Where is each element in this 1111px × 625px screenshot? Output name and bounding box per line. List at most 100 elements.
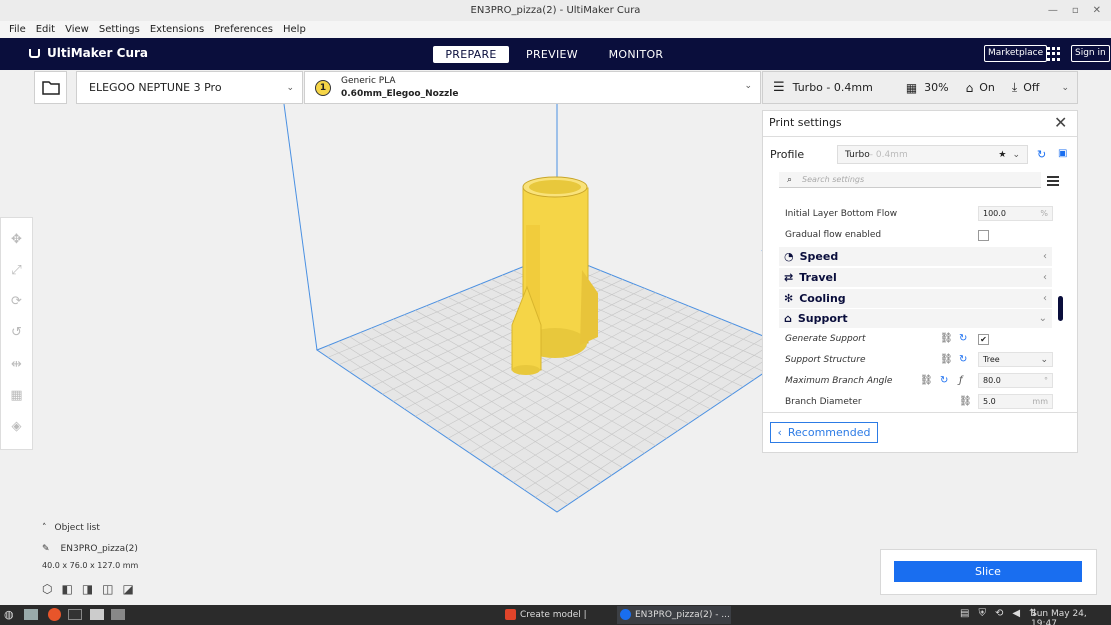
print-settings-summary[interactable]: ☰ Turbo - 0.4mm ▦ 30% ⌂ On ⤓ Off ⌄ xyxy=(762,71,1078,104)
profile-dropdown[interactable]: Turbo - 0.4mm ★ ⌄ xyxy=(837,145,1028,164)
menu-edit[interactable]: Edit xyxy=(31,24,60,35)
firefox-icon[interactable] xyxy=(48,608,61,621)
profile-summary: Turbo - 0.4mm xyxy=(792,81,873,94)
panel-title: Print settings xyxy=(769,116,842,129)
sliders-icon: ☰ xyxy=(773,80,785,95)
category-speed[interactable]: ◔ Speed ‹ xyxy=(779,247,1052,266)
start-menu-icon[interactable]: ◍ xyxy=(4,608,14,621)
settings-search-input[interactable]: ⌕ Search settings xyxy=(779,172,1041,188)
per-model-settings-icon[interactable]: ⇹ xyxy=(9,357,25,373)
move-tool-icon[interactable]: ✥ xyxy=(9,232,25,248)
function-icon[interactable]: ƒ xyxy=(959,375,963,386)
menu-view[interactable]: View xyxy=(60,24,94,35)
link-icon: ⛓ xyxy=(940,333,953,344)
view-front-icon[interactable]: ◧ xyxy=(61,582,72,596)
sync-icon[interactable]: ⟲ xyxy=(995,608,1003,619)
search-icon: ⌕ xyxy=(787,174,793,185)
maximize-icon[interactable]: ▫ xyxy=(1072,5,1079,16)
printer-selector[interactable]: ELEGOO NEPTUNE 3 Pro ⌄ xyxy=(76,71,303,104)
adhesion-value: Off xyxy=(1023,81,1040,94)
link-icon: ⛓ xyxy=(959,396,972,407)
close-window-icon[interactable]: ✕ xyxy=(1093,5,1101,16)
app-name: UltiMaker Cura xyxy=(47,46,149,60)
material-name: Generic PLA xyxy=(341,76,396,86)
chevron-down-icon: ⌄ xyxy=(1061,82,1069,93)
category-label: Cooling xyxy=(799,292,846,305)
branch-diameter-field[interactable]: 5.0 mm xyxy=(978,394,1053,409)
max-branch-angle-field[interactable]: 80.0 ° xyxy=(978,373,1053,388)
taskbar-task-browser[interactable]: Create model | Print... xyxy=(502,606,615,624)
view-top-icon[interactable]: ◨ xyxy=(82,582,93,596)
taskbar-task-cura[interactable]: EN3PRO_pizza(2) - ... xyxy=(617,606,731,624)
menu-file[interactable]: File xyxy=(4,24,31,35)
menu-extensions[interactable]: Extensions xyxy=(145,24,209,35)
chevron-up-icon: ˄ xyxy=(42,523,47,533)
view-left-icon[interactable]: ◫ xyxy=(102,582,113,596)
view-right-icon[interactable]: ◪ xyxy=(123,582,134,596)
material-selector[interactable]: 1 Generic PLA 0.60mm_Elegoo_Nozzle ⌄ xyxy=(304,71,761,104)
tab-monitor[interactable]: MONITOR xyxy=(598,46,674,63)
fan-icon: ✻ xyxy=(784,292,794,305)
terminal-icon[interactable] xyxy=(68,609,82,620)
field-value: 5.0 xyxy=(983,397,996,406)
sign-in-button[interactable]: Sign in xyxy=(1071,45,1110,62)
clipboard-icon[interactable]: ▤ xyxy=(960,608,969,619)
travel-icon: ⇄ xyxy=(784,271,794,284)
initial-layer-bottom-flow-field[interactable]: 100.0 % xyxy=(978,206,1053,221)
category-support[interactable]: ⌂ Support ⌄ xyxy=(779,309,1052,328)
model-object[interactable] xyxy=(511,176,598,375)
settings-scrollbar[interactable] xyxy=(1058,296,1063,321)
tab-preview[interactable]: PREVIEW xyxy=(520,46,584,63)
category-travel[interactable]: ⇄ Travel ‹ xyxy=(779,268,1052,287)
category-label: Travel xyxy=(799,271,837,284)
star-icon: ★ xyxy=(998,149,1007,160)
rotate-tool-icon[interactable]: ⟳ xyxy=(9,294,25,310)
reset-icon[interactable]: ↻ xyxy=(959,354,967,365)
chevron-left-icon: ‹ xyxy=(1043,293,1047,304)
minimize-icon[interactable]: — xyxy=(1048,5,1058,16)
object-list-toggle[interactable]: ˄ Object list xyxy=(42,523,100,533)
settings-menu-icon[interactable] xyxy=(1047,176,1059,188)
save-profile-icon[interactable]: ▣ xyxy=(1058,148,1067,159)
slice-button[interactable]: Slice xyxy=(894,561,1082,582)
reset-profile-icon[interactable]: ↻ xyxy=(1037,148,1046,161)
reset-icon[interactable]: ↻ xyxy=(959,333,967,344)
gradual-flow-checkbox[interactable] xyxy=(978,230,989,241)
camera-view-buttons: ⬡ ◧ ◨ ◫ ◪ xyxy=(42,582,134,596)
recommended-label: Recommended xyxy=(787,426,871,439)
reset-icon[interactable]: ↻ xyxy=(940,375,948,386)
menu-settings[interactable]: Settings xyxy=(94,24,145,35)
support-blocker-icon[interactable]: ▦ xyxy=(9,388,25,404)
menu-preferences[interactable]: Preferences xyxy=(209,24,278,35)
support-structure-dropdown[interactable]: Tree ⌄ xyxy=(978,352,1053,367)
file-manager-icon[interactable] xyxy=(111,609,125,620)
object-list-item[interactable]: ✎ EN3PRO_pizza(2) xyxy=(42,544,138,554)
chevron-down-icon: ⌄ xyxy=(1012,149,1020,160)
scale-tool-icon[interactable]: ⤢ xyxy=(9,263,25,279)
category-label: Speed xyxy=(799,250,839,263)
files-icon[interactable] xyxy=(90,609,104,620)
volume-icon[interactable]: ◀ xyxy=(1012,608,1020,619)
tab-prepare[interactable]: PREPARE xyxy=(433,46,509,63)
shield-icon[interactable]: ⛨ xyxy=(978,608,986,619)
menu-help[interactable]: Help xyxy=(278,24,311,35)
lay-flat-icon[interactable]: ◈ xyxy=(9,419,25,435)
open-file-button[interactable] xyxy=(34,71,67,104)
close-icon[interactable]: ✕ xyxy=(1054,113,1067,132)
marketplace-button[interactable]: Marketplace xyxy=(984,45,1048,62)
infill-icon: ▦ xyxy=(905,80,918,95)
taskbar-clock: Sun May 24, 19:47 xyxy=(1031,609,1087,625)
apps-grid-icon[interactable] xyxy=(1047,47,1061,61)
system-tray: ▤ ⛨ ⟲ ◀ ⇅ xyxy=(960,608,1037,619)
mirror-tool-icon[interactable]: ↺ xyxy=(9,325,25,341)
adhesion-icon: ⤓ xyxy=(1011,80,1018,94)
profile-suffix: - 0.4mm xyxy=(869,149,908,160)
view-3d-icon[interactable]: ⬡ xyxy=(42,582,52,596)
category-cooling[interactable]: ✻ Cooling ‹ xyxy=(779,289,1052,308)
setting-label-gradual-flow: Gradual flow enabled xyxy=(785,230,882,240)
printer-name: ELEGOO NEPTUNE 3 Pro xyxy=(89,81,222,94)
show-desktop-icon[interactable] xyxy=(24,609,38,620)
recommended-button[interactable]: ‹ Recommended xyxy=(770,422,878,443)
app-logo: UltiMaker Cura xyxy=(28,46,148,60)
generate-support-checkbox[interactable]: ✔ xyxy=(978,334,989,345)
